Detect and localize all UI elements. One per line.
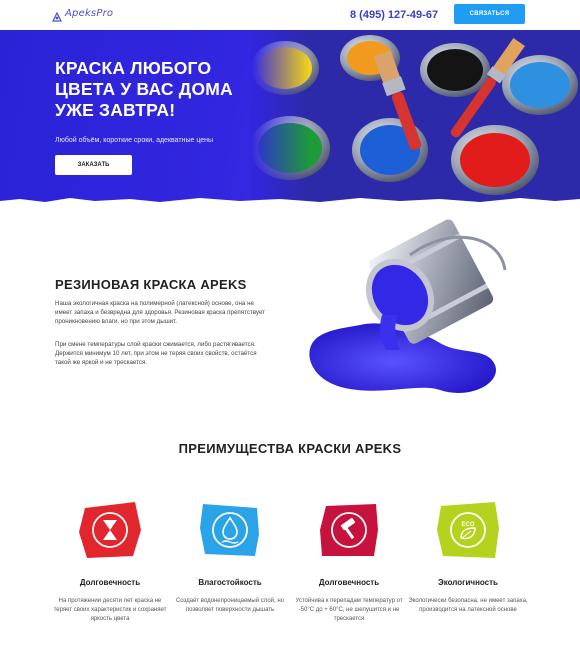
advantage-description: Создаёт водонепроницаемый слой, но позво… xyxy=(175,598,285,613)
paint-cans-photo xyxy=(250,30,580,202)
about-paragraph-2: При смене температуры слой краски сжимае… xyxy=(55,341,257,366)
advantage-description: Устойчива к перепадам температур от -50°… xyxy=(295,598,403,622)
logo-text: ApeksPro xyxy=(65,8,114,19)
spilled-paint-bucket-image xyxy=(309,219,507,393)
site-header: ApeksPro 8 (495) 127-49-67 СВЯЗАТЬСЯ xyxy=(0,0,580,30)
about-title: РЕЗИНОВАЯ КРАСКА APEKS xyxy=(55,277,247,292)
advantage-name: Долговечность xyxy=(318,578,380,587)
torn-edge-divider xyxy=(0,198,580,202)
about-paragraph-1: Наша экологичная краска на полимерной (л… xyxy=(55,300,266,325)
advantage-badge xyxy=(316,500,382,560)
hero-subtitle: Любой объём, короткие сроки, адекватные … xyxy=(55,137,214,144)
order-button[interactable]: ЗАКАЗАТЬ xyxy=(55,155,132,175)
advantage-badge xyxy=(197,500,263,560)
hero-banner: КРАСКА ЛЮБОГО ЦВЕТА У ВАС ДОМА УЖЕ ЗАВТР… xyxy=(0,30,580,202)
advantage-description: На протяжении десяти лет краска не теряе… xyxy=(53,598,167,622)
advantage-card: Долговечность Устойчива к перепадам темп… xyxy=(289,500,409,623)
advantage-card: ECO Экологичность Экологически безопасна… xyxy=(408,500,528,615)
advantage-description: Экологически безопасна, не имеет запаха,… xyxy=(408,598,528,613)
advantage-card: Влагостойкость Создаёт водонепроницаемый… xyxy=(170,500,290,615)
advantage-card: Долговечность На протяжении десяти лет к… xyxy=(50,500,170,623)
advantage-name: Влагостойкость xyxy=(198,578,262,587)
advantage-badge: ECO xyxy=(435,500,501,560)
hero-title: КРАСКА ЛЮБОГО ЦВЕТА У ВАС ДОМА УЖЕ ЗАВТР… xyxy=(55,58,233,120)
advantages-title: ПРЕИМУЩЕСТВА КРАСКИ APEKS xyxy=(178,441,402,456)
logo[interactable]: ApeksPro xyxy=(52,8,114,22)
svg-text:ECO: ECO xyxy=(461,522,474,528)
advantage-name: Долговечность xyxy=(79,578,141,587)
advantage-name: Экологичность xyxy=(438,578,498,587)
phone-number[interactable]: 8 (495) 127-49-67 xyxy=(350,9,438,21)
contact-button[interactable]: СВЯЗАТЬСЯ xyxy=(454,4,525,24)
logo-icon xyxy=(52,9,62,22)
advantage-badge xyxy=(77,500,143,560)
